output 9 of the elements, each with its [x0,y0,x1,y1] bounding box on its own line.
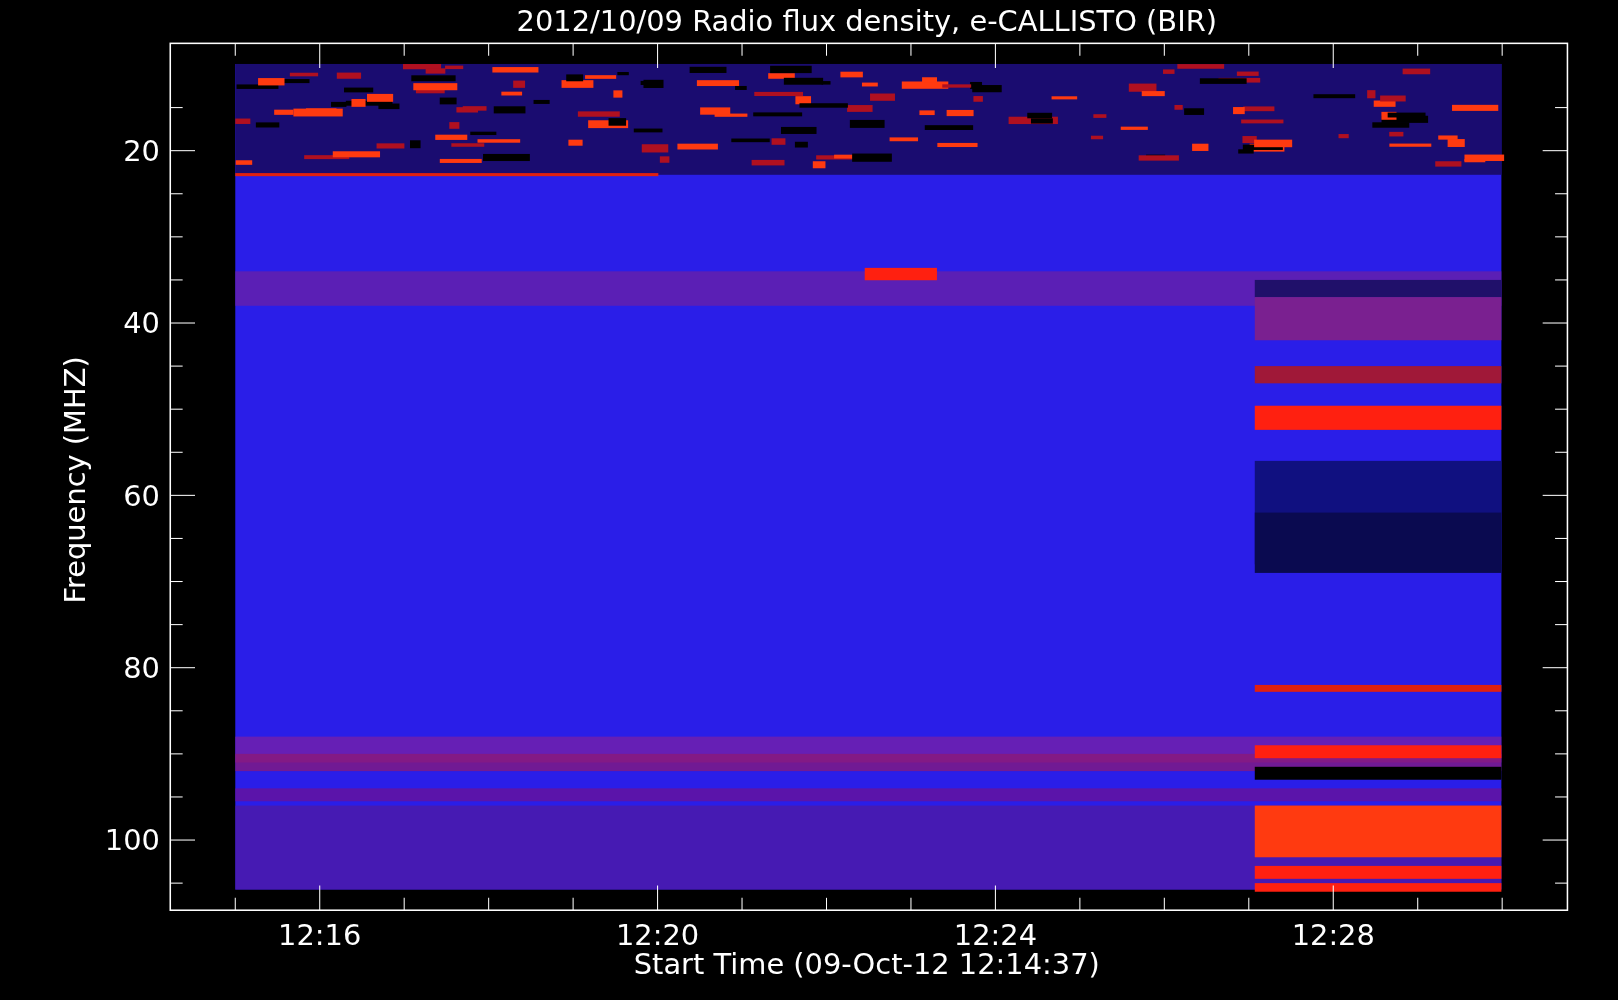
x-tick-label: 12:28 [1291,918,1375,953]
y-axis-label: Frequency (MHZ) [57,356,92,604]
chart-title: 2012/10/09 Radio flux density, e-CALLISTO (BIR) [516,3,1217,38]
x-tick-label: 12:16 [278,918,362,953]
y-tick-label: 40 [123,306,160,341]
y-tick-label: 60 [123,478,160,513]
y-tick-label: 80 [123,651,160,685]
y-tick-label: 100 [104,823,160,858]
y-tick-label: 20 [123,134,160,168]
